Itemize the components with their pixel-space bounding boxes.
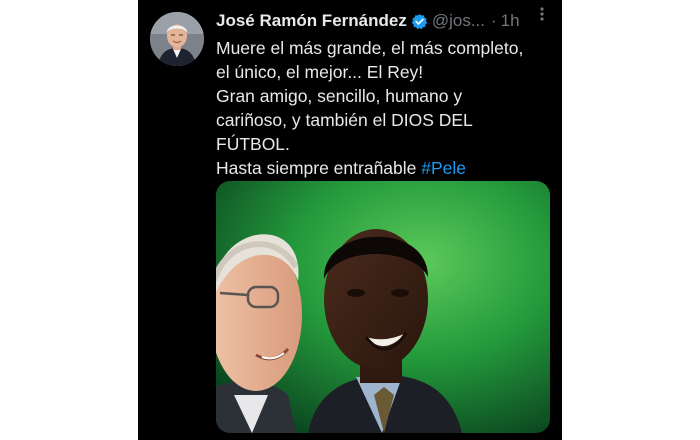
tweet[interactable]: José Ramón Fernández @jos... · 1h Muere … xyxy=(138,0,562,440)
tweet-text-line: Muere el más grande, el más completo, xyxy=(216,38,524,58)
tweet-text-line: Gran amigo, sencillo, humano y xyxy=(216,86,463,106)
photo xyxy=(216,181,550,433)
tweet-text-line: FÚTBOL. xyxy=(216,134,290,154)
author-name[interactable]: José Ramón Fernández xyxy=(216,11,407,31)
hashtag-link[interactable]: #Pele xyxy=(421,158,466,178)
header-separator: · xyxy=(491,11,497,30)
tweet-header: José Ramón Fernández @jos... · 1h xyxy=(216,9,556,33)
author-avatar[interactable] xyxy=(150,12,204,66)
more-options-icon[interactable] xyxy=(534,4,550,24)
tweet-text-line: el único, el mejor... El Rey! xyxy=(216,62,424,82)
tweet-text-segment: Hasta siempre entrañable xyxy=(216,158,422,178)
tweet-text-line: Hasta siempre entrañable #Pele xyxy=(216,156,552,180)
verified-badge-icon xyxy=(411,13,428,30)
tweet-media[interactable] xyxy=(216,181,550,433)
author-handle[interactable]: @jos... xyxy=(432,11,485,31)
tweet-text-line: cariñoso, y también el DIOS DEL xyxy=(216,110,473,130)
avatar-image xyxy=(150,12,204,66)
tweet-text: Muere el más grande, el más completo, el… xyxy=(216,36,552,180)
tweet-timestamp[interactable]: 1h xyxy=(501,11,520,31)
